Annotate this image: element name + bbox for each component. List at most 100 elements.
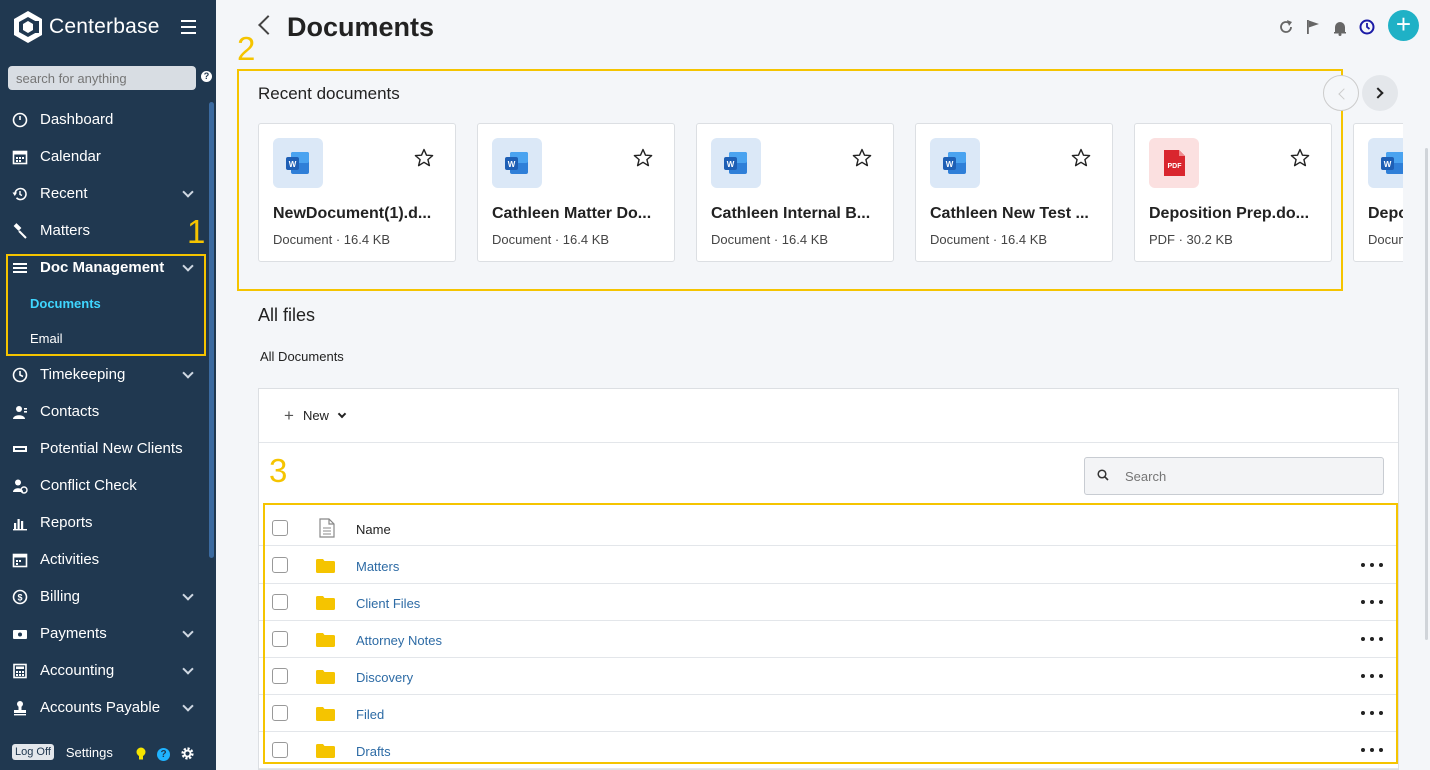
stamp-icon [14, 700, 26, 715]
sidebar-item-label: Recent [40, 185, 88, 202]
folder-name[interactable]: Matters [356, 559, 399, 574]
more-options-icon[interactable] [1361, 637, 1383, 641]
table-row[interactable]: Discovery [259, 658, 1398, 695]
recent-document-card[interactable]: W Depo Docum [1353, 123, 1403, 262]
sidebar-item-contacts[interactable]: Contacts [0, 393, 208, 430]
star-icon[interactable] [633, 148, 653, 168]
sidebar-item-conflict-check[interactable]: Conflict Check [0, 467, 208, 504]
svg-text:W: W [1384, 160, 1392, 169]
recent-document-card[interactable]: W Cathleen New Test ... Document · 16.4 … [915, 123, 1113, 262]
main-scrollbar[interactable] [1425, 148, 1428, 640]
document-meta: PDF · 30.2 KB [1149, 232, 1233, 247]
row-checkbox[interactable] [272, 557, 288, 573]
help-icon[interactable]: ? [157, 748, 170, 761]
sidebar-item-recent[interactable]: Recent [0, 175, 208, 212]
gear-icon[interactable] [180, 746, 195, 761]
folder-name[interactable]: Filed [356, 707, 384, 722]
row-checkbox[interactable] [272, 742, 288, 758]
star-icon[interactable] [1290, 148, 1310, 168]
more-options-icon[interactable] [1361, 748, 1383, 752]
more-options-icon[interactable] [1361, 563, 1383, 567]
sidebar-item-activities[interactable]: Activities [0, 541, 208, 578]
sidebar-item-accounts-payable[interactable]: Accounts Payable [0, 689, 208, 726]
breadcrumb[interactable]: All Documents [260, 349, 344, 364]
folder-icon [316, 744, 335, 758]
contacts-icon [13, 405, 27, 419]
svg-text:W: W [508, 160, 516, 169]
chevron-down-icon [182, 626, 194, 638]
all-files-title: All files [258, 305, 316, 325]
star-icon[interactable] [852, 148, 872, 168]
search-help-icon[interactable]: ? [201, 71, 212, 82]
plus-icon: + [284, 405, 294, 425]
add-button[interactable]: + [1388, 10, 1419, 41]
folder-name[interactable]: Client Files [356, 596, 420, 611]
pdf-file-icon: PDF [1149, 138, 1199, 188]
recent-document-card[interactable]: W Cathleen Internal B... Document · 16.4… [696, 123, 894, 262]
sidebar-search-input[interactable] [8, 66, 196, 90]
folder-icon [316, 670, 335, 684]
more-options-icon[interactable] [1361, 600, 1383, 604]
document-meta: Docum [1368, 232, 1403, 247]
sidebar-item-accounting[interactable]: Accounting [0, 652, 208, 689]
log-off-button[interactable]: Log Off [12, 744, 54, 760]
document-meta: Document · 16.4 KB [273, 232, 391, 247]
sidebar-item-calendar[interactable]: Calendar [0, 138, 208, 175]
document-icon [319, 518, 335, 538]
hamburger-menu-icon[interactable] [181, 20, 196, 38]
table-row[interactable]: Attorney Notes [259, 621, 1398, 658]
table-row[interactable]: Filed [259, 695, 1398, 732]
sidebar-scrollbar[interactable] [209, 102, 214, 558]
logo[interactable]: Centerbase [12, 10, 160, 44]
sidebar-item-dashboard[interactable]: Dashboard [0, 101, 208, 138]
recent-document-card[interactable]: W Cathleen Matter Do... Document · 16.4 … [477, 123, 675, 262]
table-row[interactable]: Matters [259, 547, 1398, 584]
files-search-input[interactable] [1084, 457, 1384, 495]
select-all-checkbox[interactable] [272, 520, 288, 536]
sidebar-item-label: Conflict Check [40, 477, 137, 494]
carousel-next-button[interactable] [1362, 75, 1398, 111]
document-name: Cathleen New Test ... [930, 205, 1089, 222]
refresh-icon[interactable] [1278, 19, 1294, 35]
column-header-name[interactable]: Name [356, 522, 391, 537]
row-checkbox[interactable] [272, 594, 288, 610]
sidebar-item-label: Potential New Clients [40, 440, 183, 457]
row-checkbox[interactable] [272, 705, 288, 721]
more-options-icon[interactable] [1361, 674, 1383, 678]
carousel-prev-button[interactable] [1323, 75, 1359, 111]
row-checkbox[interactable] [272, 631, 288, 647]
sidebar-item-timekeeping[interactable]: Timekeeping [0, 356, 208, 393]
table-header: Name [259, 511, 1398, 546]
sidebar-item-matters[interactable]: Matters [0, 212, 208, 249]
settings-link[interactable]: Settings [66, 745, 113, 760]
flag-icon[interactable] [1305, 19, 1321, 35]
folder-name[interactable]: Drafts [356, 744, 391, 759]
star-icon[interactable] [414, 148, 434, 168]
folder-name[interactable]: Discovery [356, 670, 413, 685]
table-row[interactable]: Drafts [259, 732, 1398, 769]
sidebar-item-label: Accounting [40, 662, 115, 679]
sidebar-item-reports[interactable]: Reports [0, 504, 208, 541]
document-meta: Document · 16.4 KB [711, 232, 829, 247]
folder-name[interactable]: Attorney Notes [356, 633, 442, 648]
more-options-icon[interactable] [1361, 711, 1383, 715]
sidebar-item-label: Accounts Payable [40, 699, 161, 716]
recent-document-card[interactable]: W NewDocument(1).d... Document · 16.4 KB [258, 123, 456, 262]
sidebar-item-billing[interactable]: $ Billing [0, 578, 208, 615]
back-arrow-icon[interactable] [258, 15, 278, 35]
bell-icon[interactable] [1332, 20, 1348, 36]
word-file-icon: W [930, 138, 980, 188]
annotation-label-1: 1 [187, 213, 206, 250]
star-icon[interactable] [1071, 148, 1091, 168]
sidebar-item-potential-new-clients[interactable]: Potential New Clients [0, 430, 208, 467]
recent-document-card[interactable]: PDF Deposition Prep.do... PDF · 30.2 KB [1134, 123, 1332, 262]
new-button[interactable]: + New [284, 405, 347, 425]
timer-clock-icon[interactable] [1359, 19, 1375, 35]
lightbulb-icon[interactable] [136, 747, 146, 760]
gavel-icon [13, 222, 27, 239]
table-row[interactable]: Client Files [259, 584, 1398, 621]
sidebar-item-payments[interactable]: Payments [0, 615, 208, 652]
annotation-label-3: 3 [269, 452, 288, 489]
chevron-left-icon [1338, 88, 1350, 100]
row-checkbox[interactable] [272, 668, 288, 684]
